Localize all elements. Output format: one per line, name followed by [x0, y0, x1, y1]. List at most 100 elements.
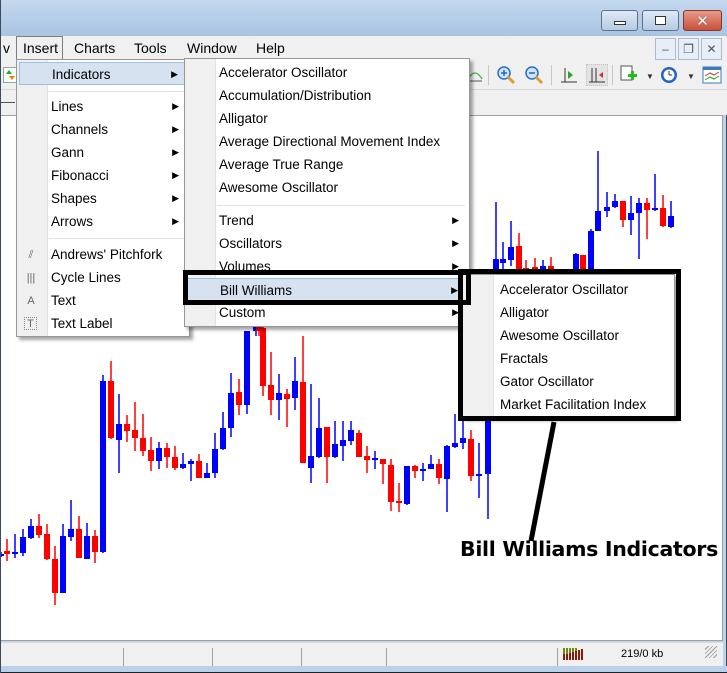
- maximize-button[interactable]: [642, 10, 679, 31]
- menu-item-admi[interactable]: Average Directional Movement Index: [187, 130, 467, 153]
- menu-charts[interactable]: Charts: [68, 36, 121, 60]
- candle: [444, 445, 450, 512]
- menu-item-label: Arrows: [51, 214, 94, 229]
- menu-item-volumes[interactable]: Volumes ▶: [187, 255, 467, 278]
- menu-item-fibonacci[interactable]: Fibonacci ▶: [19, 164, 187, 187]
- traffic-indicator: 219/0 kb: [621, 648, 664, 660]
- menu-item-bw-market-facilitation-index[interactable]: Market Facilitation Index: [465, 393, 672, 416]
- candle: [308, 384, 314, 483]
- menu-item-bw-awesome-oscillator[interactable]: Awesome Oscillator: [465, 324, 672, 347]
- menu-item-label: Average Directional Movement Index: [219, 134, 441, 149]
- mdi-restore-button[interactable]: ❐: [678, 38, 699, 60]
- candle: [348, 421, 354, 445]
- candle: [595, 151, 601, 231]
- menu-item-shapes[interactable]: Shapes ▶: [19, 187, 187, 210]
- menu-item-label: Shapes: [51, 191, 97, 206]
- candle: [324, 427, 330, 483]
- candle-body: [44, 534, 50, 559]
- menu-item-accelerator-oscillator[interactable]: Accelerator Oscillator: [187, 61, 467, 84]
- autoscroll-button[interactable]: [586, 64, 608, 86]
- menu-view-partial[interactable]: v: [0, 36, 10, 60]
- title-bar: ✕: [1, 0, 727, 36]
- buy-sell-button[interactable]: [3, 64, 17, 86]
- menu-item-accumulation-distribution[interactable]: Accumulation/Distribution: [187, 84, 467, 107]
- menu-item-bw-accelerator-oscillator[interactable]: Accelerator Oscillator: [465, 278, 672, 301]
- menu-item-gann[interactable]: Gann ▶: [19, 141, 187, 164]
- menu-item-alligator[interactable]: Alligator: [187, 107, 467, 130]
- menu-item-bw-fractals[interactable]: Fractals: [465, 347, 672, 370]
- minimize-button[interactable]: [601, 10, 638, 31]
- chart-properties-button[interactable]: [701, 64, 723, 86]
- clock-button[interactable]: [658, 64, 680, 86]
- candle: [628, 196, 634, 235]
- menu-item-bw-gator-oscillator[interactable]: Gator Oscillator: [465, 370, 672, 393]
- candle: [468, 430, 474, 481]
- resize-grip[interactable]: [705, 646, 717, 658]
- menu-item-custom[interactable]: Custom ▶: [187, 301, 467, 324]
- candle: [364, 446, 370, 473]
- close-icon: ✕: [696, 11, 709, 30]
- menu-insert[interactable]: Insert: [16, 36, 63, 60]
- menu-item-indicators[interactable]: Indicators ▶: [19, 62, 187, 85]
- candle: [548, 257, 554, 271]
- menu-item-text[interactable]: A Text: [19, 289, 187, 312]
- menu-help[interactable]: Help: [250, 36, 291, 60]
- submenu-arrow-icon: ▶: [452, 238, 459, 248]
- candle: [452, 414, 458, 448]
- candle-body: [508, 247, 514, 260]
- window-bottom-edge: [1, 666, 727, 673]
- new-template-button[interactable]: [618, 64, 640, 86]
- zoom-in-button[interactable]: [495, 64, 517, 86]
- new-template-dropdown[interactable]: ▼: [646, 72, 654, 81]
- menu-item-label: Alligator: [219, 111, 268, 126]
- candle: [332, 421, 338, 458]
- candle: [180, 453, 186, 469]
- candle: [196, 454, 202, 478]
- menu-item-label: Accumulation/Distribution: [219, 88, 372, 103]
- candle-body: [485, 417, 491, 474]
- candle: [148, 437, 154, 471]
- menu-item-arrows[interactable]: Arrows ▶: [19, 210, 187, 233]
- menu-item-atr[interactable]: Average True Range: [187, 153, 467, 176]
- candle-body: [284, 394, 290, 399]
- candle-body: [372, 458, 378, 460]
- clock-dropdown[interactable]: ▼: [687, 72, 695, 81]
- menu-window[interactable]: Window: [181, 36, 243, 60]
- text-label-icon: T: [24, 317, 37, 330]
- window-controls: ✕: [601, 10, 722, 31]
- candle: [172, 446, 178, 470]
- menu-item-cycle-lines[interactable]: ||| Cycle Lines: [19, 266, 187, 289]
- candle: [124, 415, 130, 442]
- candle-body: [460, 438, 466, 443]
- candle-body: [268, 385, 274, 400]
- mdi-minimize-button[interactable]: –: [655, 38, 676, 60]
- minimize-icon: [613, 21, 626, 25]
- menu-item-oscillators[interactable]: Oscillators ▶: [187, 232, 467, 255]
- menu-item-andrews-pitchfork[interactable]: ⫽ Andrews' Pitchfork: [19, 243, 187, 266]
- chart-shift-button[interactable]: [558, 64, 580, 86]
- mdi-close-button[interactable]: ✕: [701, 38, 722, 60]
- menu-item-text-label[interactable]: T Text Label: [19, 312, 187, 335]
- menu-item-channels[interactable]: Channels ▶: [19, 118, 187, 141]
- zoom-out-button[interactable]: [523, 64, 545, 86]
- status-separator: [123, 648, 124, 666]
- menu-tools[interactable]: Tools: [128, 36, 173, 60]
- candle: [68, 500, 74, 541]
- buy-sell-icon: [3, 67, 17, 83]
- menu-item-bill-williams[interactable]: Bill Williams ▶: [187, 278, 467, 301]
- close-button[interactable]: ✕: [683, 10, 722, 31]
- menu-item-bw-alligator[interactable]: Alligator: [465, 301, 672, 324]
- candle-body: [412, 466, 418, 471]
- menu-item-label: Alligator: [500, 305, 549, 320]
- candle: [436, 459, 442, 484]
- candle: [660, 195, 666, 227]
- maximize-icon: [655, 16, 666, 25]
- submenu-arrow-icon: ▶: [452, 215, 459, 225]
- candle: [36, 514, 42, 538]
- menu-item-trend[interactable]: Trend ▶: [187, 209, 467, 232]
- candle: [52, 546, 58, 605]
- menu-item-lines[interactable]: Lines ▶: [19, 95, 187, 118]
- menu-item-awesome-oscillator[interactable]: Awesome Oscillator: [187, 176, 467, 199]
- menu-item-label: Fractals: [500, 351, 549, 366]
- candle-body: [172, 457, 178, 468]
